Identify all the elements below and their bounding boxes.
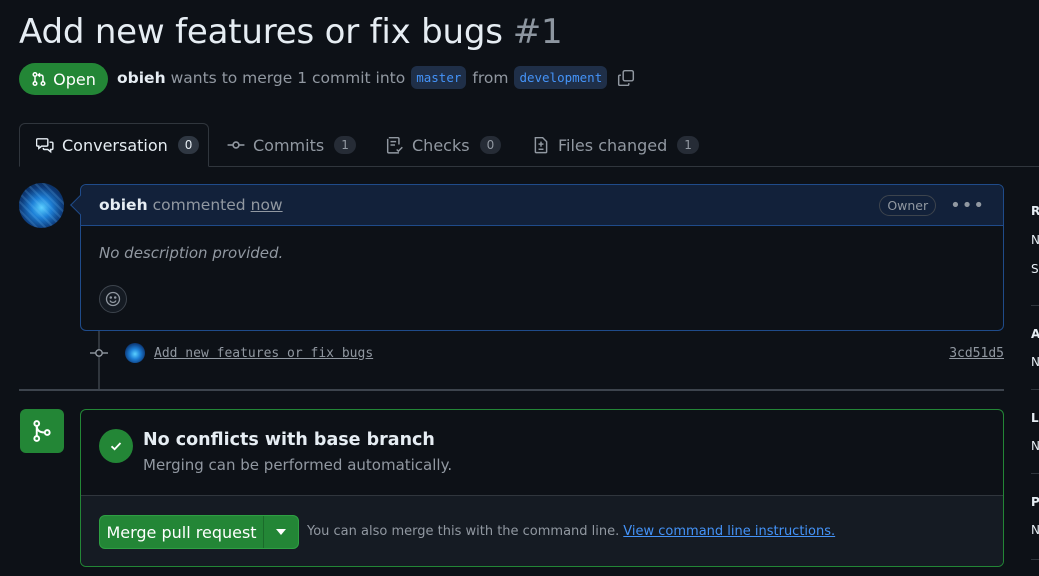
- tab-conversation[interactable]: Conversation 0: [19, 123, 209, 167]
- tab-count: 0: [177, 136, 200, 154]
- pr-title-text: Add new features or fix bugs: [19, 12, 503, 52]
- sidebar-assignees-heading[interactable]: A: [1031, 327, 1039, 341]
- checklist-icon: [386, 136, 404, 154]
- tab-label: Conversation: [62, 135, 168, 155]
- comment-header: obieh commented now Owner •••: [81, 185, 1003, 226]
- tab-commits[interactable]: Commits 1: [227, 123, 356, 167]
- base-branch[interactable]: master: [411, 66, 467, 89]
- sidebar-divider: [1031, 389, 1039, 390]
- sidebar-divider: [1031, 305, 1039, 306]
- merge-hint: You can also merge this with the command…: [307, 524, 835, 539]
- copy-icon[interactable]: [617, 69, 635, 87]
- git-pull-request-icon: [31, 71, 47, 87]
- commit-row: Add new features or fix bugs 3cd51d5: [88, 340, 1004, 366]
- merge-actions: Merge pull request You can also merge th…: [81, 495, 1003, 566]
- pr-state-label: Open: [53, 69, 96, 89]
- kebab-menu-icon[interactable]: •••: [950, 195, 985, 216]
- merge-status-icon: [20, 409, 64, 453]
- merge-status-subtitle: Merging can be performed automatically.: [143, 456, 453, 474]
- merge-pull-request-button[interactable]: Merge pull request: [100, 516, 264, 548]
- sidebar-labels-heading[interactable]: L: [1031, 411, 1039, 425]
- tab-files-changed[interactable]: Files changed 1: [532, 123, 699, 167]
- git-merge-icon: [30, 419, 54, 443]
- merge-status: No conflicts with base branch Merging ca…: [81, 410, 1003, 495]
- tab-label: Commits: [253, 135, 325, 155]
- pr-meta: obieh wants to merge 1 commit into maste…: [117, 66, 635, 89]
- sidebar: R N S A N L N P N: [1031, 183, 1039, 576]
- check-icon: [99, 429, 133, 463]
- pr-merge-text: wants to merge 1 commit into: [170, 68, 406, 87]
- pr-description-comment: obieh commented now Owner ••• No descrip…: [70, 184, 1004, 331]
- pr-from-text: from: [472, 68, 509, 87]
- pr-number: #1: [512, 12, 563, 52]
- pr-author-link[interactable]: obieh: [117, 69, 166, 87]
- sidebar-divider: [1031, 473, 1039, 474]
- timeline-divider: [19, 389, 1004, 391]
- add-reaction-button[interactable]: [99, 285, 127, 313]
- sidebar-projects-heading[interactable]: P: [1031, 495, 1039, 509]
- sidebar-labels-value: N: [1031, 439, 1039, 453]
- merge-hint-text: You can also merge this with the command…: [307, 524, 620, 539]
- sidebar-reviewers-suggestion: S: [1031, 262, 1039, 276]
- comment-action: commented: [152, 196, 246, 214]
- comment-body: No description provided.: [99, 244, 284, 262]
- command-line-instructions-link[interactable]: View command line instructions.: [623, 524, 835, 539]
- owner-badge: Owner: [879, 194, 937, 216]
- sidebar-projects-value: N: [1031, 523, 1039, 537]
- tab-count: 0: [479, 136, 502, 154]
- commit-icon: [227, 136, 245, 154]
- file-diff-icon: [532, 136, 550, 154]
- pr-title: Add new features or fix bugs #1: [19, 12, 563, 52]
- comment-author[interactable]: obieh: [99, 196, 148, 214]
- merge-method-dropdown[interactable]: [264, 516, 298, 548]
- sidebar-reviewers-value: N: [1031, 233, 1039, 247]
- merge-button-group: Merge pull request: [99, 515, 299, 549]
- tab-label: Checks: [412, 135, 470, 155]
- merge-box: No conflicts with base branch Merging ca…: [80, 409, 1004, 567]
- avatar[interactable]: [19, 183, 64, 228]
- commit-sha-link[interactable]: 3cd51d5: [949, 346, 1004, 361]
- commit-author-avatar[interactable]: [125, 343, 145, 363]
- pr-state-badge: Open: [19, 63, 108, 95]
- sidebar-reviewers-heading[interactable]: R: [1031, 204, 1039, 218]
- smiley-icon: [105, 291, 121, 307]
- commit-icon: [89, 345, 109, 361]
- sidebar-divider: [1031, 559, 1039, 560]
- tab-count: 1: [677, 136, 699, 154]
- tab-count: 1: [334, 136, 356, 154]
- merge-status-title: No conflicts with base branch: [143, 430, 435, 450]
- tab-checks[interactable]: Checks 0: [386, 123, 502, 167]
- sidebar-assignees-value: N: [1031, 355, 1039, 369]
- tab-label: Files changed: [558, 135, 668, 155]
- conversation-icon: [36, 136, 54, 154]
- triangle-down-icon: [276, 529, 286, 535]
- pr-tabs: Conversation 0 Commits 1 Checks 0 Files …: [0, 123, 1039, 167]
- commit-message-link[interactable]: Add new features or fix bugs: [154, 346, 373, 361]
- head-branch[interactable]: development: [514, 66, 608, 89]
- comment-timestamp[interactable]: now: [251, 196, 283, 214]
